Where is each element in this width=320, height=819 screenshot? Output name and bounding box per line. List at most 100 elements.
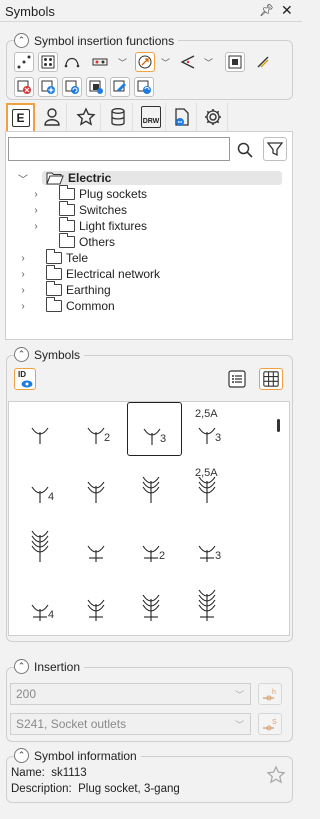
svg-text:S: S [272,719,277,726]
collapse-chevron-icon[interactable]: ⌃ [14,347,29,362]
scrollbar-thumb[interactable] [277,419,280,432]
collapse-chevron-icon[interactable]: ⌃ [14,748,29,763]
tab-document[interactable] [168,103,197,131]
symbol-cell[interactable] [127,579,182,633]
tree-node-plug-sockets[interactable]: › Plug sockets [31,185,147,202]
grid-view-button[interactable] [259,368,283,390]
layer-value: S241, Socket outlets [16,717,127,731]
rotate-arrow-icon[interactable] [135,52,155,72]
search-input[interactable] [8,137,230,161]
symbol-cell[interactable]: 2 [127,520,182,574]
tab-electric[interactable]: E [6,103,35,131]
copy-symbol-icon[interactable] [86,77,106,97]
favorite-star-icon[interactable] [266,765,286,788]
expand-arrow-icon[interactable]: › [18,285,28,296]
tree-node-label: Electric [68,171,112,185]
tree-node-common[interactable]: › Common [18,297,115,314]
delete-symbol-icon[interactable] [14,77,34,97]
folder-icon [59,233,75,248]
expand-arrow-icon[interactable]: › [18,269,28,280]
connect-points-icon[interactable] [14,52,34,72]
symbol-cell[interactable]: 3 2,5A [183,402,238,456]
insertion-header[interactable]: ⌃ Insertion [14,659,85,674]
tree-node-switches[interactable]: › Switches [31,201,127,218]
angle-insert-icon[interactable] [178,52,198,72]
filter-button[interactable] [263,137,287,161]
list-view-button[interactable] [227,369,249,391]
height-value: 200 [16,687,37,701]
tab-settings[interactable] [199,103,228,131]
close-icon[interactable]: ✕ [281,2,293,19]
grid-points-icon[interactable] [38,52,58,72]
socket-symbol-icon: 3 2,5A [195,408,221,444]
symbol-cell[interactable]: 2,5A [183,461,238,515]
tree-node-light-fixtures[interactable]: › Light fixtures [31,217,147,234]
replace-symbol-icon[interactable] [62,77,82,97]
socket-symbol-icon [31,530,49,562]
refresh-symbol-icon[interactable] [134,77,154,97]
collapse-chevron-icon[interactable]: ⌃ [14,659,29,674]
symbol-cell[interactable]: 4 [16,461,71,515]
arc-icon[interactable] [62,52,82,72]
layer-button[interactable]: S [258,713,282,735]
tree-node-electrical-network[interactable]: › Electrical network [18,265,160,282]
multi-insert-icon[interactable] [90,52,110,72]
symbol-info-header[interactable]: ⌃ Symbol information [14,748,141,763]
tree-node-electric[interactable]: ﹀ Electric [18,170,282,186]
document-icon [175,108,189,126]
fit-frame-icon[interactable] [225,52,245,72]
symbol-cell[interactable]: 2 [72,402,127,456]
add-symbol-icon[interactable] [38,77,58,97]
symbol-cell[interactable] [16,402,71,456]
gang-count-label: 2 [104,432,110,444]
symbol-cell[interactable] [72,520,127,574]
collapse-chevron-icon[interactable]: ⌃ [14,33,29,48]
symbol-cell[interactable]: 3 [183,520,238,574]
insertion-functions-header[interactable]: ⌃ Symbol insertion functions [14,33,179,48]
tree-node-others[interactable]: Others [31,233,116,250]
user-icon [44,108,60,126]
tree-node-label: Tele [66,251,89,265]
symbol-cell[interactable] [127,461,182,515]
tree-node-tele[interactable]: › Tele [18,249,89,266]
socket-symbol-icon: 3 [143,428,166,445]
search-icon[interactable] [236,141,254,159]
symbol-cell[interactable]: 4 [16,579,71,633]
symbol-cell[interactable] [183,579,238,633]
tree-node-label: Others [79,235,116,249]
chevron-down-icon[interactable]: ﹀ [161,56,170,69]
symbols-header[interactable]: ⌃ Symbols [14,347,85,362]
tab-favorites[interactable] [72,103,101,131]
drw-icon: DRW [141,106,161,128]
grid-view-icon [263,371,279,387]
expand-arrow-icon[interactable]: › [31,221,41,232]
tree-node-earthing[interactable]: › Earthing [18,281,111,298]
folder-icon [46,249,62,264]
chevron-down-icon[interactable]: ﹀ [118,56,127,69]
height-button[interactable]: h [258,683,282,705]
tab-database[interactable] [104,103,133,131]
chevron-down-icon[interactable]: ﹀ [204,56,213,69]
symbol-cell[interactable] [72,461,127,515]
symbol-cell[interactable] [72,579,127,633]
rating-label: 2,5A [195,408,218,420]
id-label: ID [18,370,26,379]
offset-icon[interactable] [253,52,273,72]
expand-arrow-icon[interactable]: › [18,253,28,264]
symbol-cell[interactable] [16,520,71,574]
symbol-cell[interactable]: 3 [127,402,182,456]
edit-symbol-icon[interactable] [110,77,130,97]
show-id-button[interactable]: ID [14,368,36,390]
rating-label: 2,5A [195,467,218,479]
height-combo[interactable]: 200 ﹀ [10,683,251,705]
expand-arrow-icon[interactable]: › [31,205,41,216]
layer-combo[interactable]: S241, Socket outlets ﹀ [10,713,251,735]
expand-arrow-icon[interactable]: › [18,301,28,312]
pin-icon[interactable]: 📌︎ [259,3,274,17]
expand-arrow-icon[interactable]: › [31,189,41,200]
expand-arrow-icon[interactable]: ﹀ [18,171,28,186]
tab-drw[interactable]: DRW [137,103,166,131]
description-label: Description: [11,783,72,795]
socket-symbol-icon: 2 [87,427,110,444]
tab-user[interactable] [38,103,67,131]
